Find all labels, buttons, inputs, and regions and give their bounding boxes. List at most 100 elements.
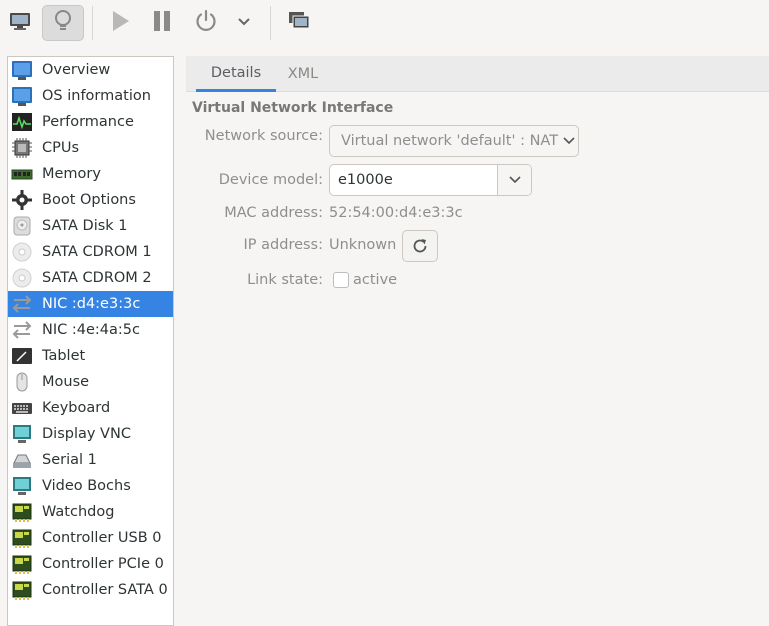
sidebar-item[interactable]: Serial 1 bbox=[8, 447, 173, 473]
cpu-icon bbox=[10, 136, 34, 160]
network-icon bbox=[10, 292, 34, 316]
sidebar-item[interactable]: SATA CDROM 2 bbox=[8, 265, 173, 291]
sidebar-item-label: Keyboard bbox=[42, 400, 111, 416]
ip-address-value: Unknown bbox=[329, 237, 397, 253]
card-icon bbox=[10, 500, 34, 524]
sidebar-item-label: NIC :d4:e3:3c bbox=[42, 296, 141, 312]
sidebar-item-label: Performance bbox=[42, 114, 134, 130]
mac-address-value: 52:54:00:d4:e3:3c bbox=[329, 205, 463, 221]
sidebar-item-label: Video Bochs bbox=[42, 478, 131, 494]
serial-icon bbox=[10, 448, 34, 472]
sidebar-item-label: CPUs bbox=[42, 140, 80, 156]
sidebar-item[interactable]: Controller PCIe 0 bbox=[8, 551, 173, 577]
tablet-icon bbox=[10, 344, 34, 368]
card-icon bbox=[10, 552, 34, 576]
link-state-value: active bbox=[353, 272, 398, 288]
network-source-value: Virtual network 'default' : NAT bbox=[341, 133, 559, 149]
pause-icon bbox=[152, 10, 172, 36]
network-icon bbox=[10, 318, 34, 342]
device-model-combo[interactable]: e1000e bbox=[329, 164, 532, 196]
os-info-icon bbox=[10, 84, 34, 108]
sidebar-item[interactable]: Controller USB 0 bbox=[8, 525, 173, 551]
gear-icon bbox=[10, 188, 34, 212]
sidebar-item[interactable]: Controller SATA 0 bbox=[8, 577, 173, 603]
sidebar-item[interactable]: CPUs bbox=[8, 135, 173, 161]
refresh-ip-button[interactable] bbox=[402, 230, 438, 262]
sidebar-item[interactable]: Memory bbox=[8, 161, 173, 187]
chevron-down-icon bbox=[508, 176, 521, 184]
sidebar-item[interactable]: NIC :4e:4a:5c bbox=[8, 317, 173, 343]
run-button[interactable] bbox=[104, 5, 136, 41]
tab-bar: Details XML bbox=[186, 56, 769, 92]
sidebar-item[interactable]: NIC :d4:e3:3c bbox=[8, 291, 173, 317]
sidebar-item[interactable]: Display VNC bbox=[8, 421, 173, 447]
sidebar-item[interactable]: Tablet bbox=[8, 343, 173, 369]
play-icon bbox=[110, 10, 130, 36]
sidebar-item-label: Tablet bbox=[42, 348, 86, 364]
device-model-input[interactable]: e1000e bbox=[330, 172, 497, 188]
sidebar-item[interactable]: OS information bbox=[8, 83, 173, 109]
sidebar-item-label: Controller USB 0 bbox=[42, 530, 162, 546]
sidebar-item[interactable]: Keyboard bbox=[8, 395, 173, 421]
pause-button[interactable] bbox=[146, 5, 178, 41]
overview-icon bbox=[10, 58, 34, 82]
mac-address-label: MAC address: bbox=[224, 205, 323, 221]
card-icon bbox=[10, 578, 34, 602]
sidebar-item[interactable]: Video Bochs bbox=[8, 473, 173, 499]
device-model-dropdown[interactable] bbox=[497, 165, 531, 195]
lightbulb-icon bbox=[52, 9, 74, 37]
network-source-combo[interactable]: Virtual network 'default' : NAT bbox=[329, 125, 579, 157]
sidebar-item-label: Controller PCIe 0 bbox=[42, 556, 164, 572]
tab-xml[interactable]: XML bbox=[280, 56, 326, 92]
shutdown-menu-button[interactable] bbox=[232, 5, 256, 41]
details-button[interactable] bbox=[42, 5, 84, 41]
video-icon bbox=[10, 474, 34, 498]
sidebar-item-label: SATA CDROM 1 bbox=[42, 244, 152, 260]
sidebar-item-label: NIC :4e:4a:5c bbox=[42, 322, 140, 338]
sidebar-item-label: Memory bbox=[42, 166, 101, 182]
toolbar-separator bbox=[270, 6, 271, 40]
card-icon bbox=[10, 526, 34, 550]
memory-icon bbox=[10, 162, 34, 186]
sidebar-item[interactable]: Performance bbox=[8, 109, 173, 135]
toolbar-separator bbox=[92, 6, 93, 40]
sidebar-item-label: Controller SATA 0 bbox=[42, 582, 168, 598]
details-panel: Details XML Virtual Network Interface Ne… bbox=[186, 56, 769, 618]
device-model-label: Device model: bbox=[218, 172, 323, 188]
sidebar-item-label: SATA CDROM 2 bbox=[42, 270, 152, 286]
sidebar-item[interactable]: SATA Disk 1 bbox=[8, 213, 173, 239]
tab-details[interactable]: Details bbox=[196, 56, 276, 92]
sidebar-item-label: Boot Options bbox=[42, 192, 136, 208]
shutdown-button[interactable] bbox=[189, 5, 223, 41]
sidebar-item-label: SATA Disk 1 bbox=[42, 218, 128, 234]
power-icon bbox=[194, 9, 218, 37]
chevron-down-icon bbox=[237, 15, 251, 31]
link-state-checkbox[interactable] bbox=[333, 272, 349, 288]
mouse-icon bbox=[10, 370, 34, 394]
performance-icon bbox=[10, 110, 34, 134]
sidebar-item-label: Serial 1 bbox=[42, 452, 97, 468]
hardware-list: Overview OS information Performance CPUs Mem… bbox=[7, 56, 174, 626]
link-state-label: Link state: bbox=[247, 272, 323, 288]
sidebar-item[interactable]: SATA CDROM 1 bbox=[8, 239, 173, 265]
display-icon bbox=[10, 422, 34, 446]
cdrom-icon bbox=[10, 266, 34, 290]
sidebar-item[interactable]: Boot Options bbox=[8, 187, 173, 213]
sidebar-item[interactable]: Watchdog bbox=[8, 499, 173, 525]
sidebar-item-label: Watchdog bbox=[42, 504, 115, 520]
sidebar-item-label: Display VNC bbox=[42, 426, 131, 442]
section-title: Virtual Network Interface bbox=[192, 100, 394, 116]
sidebar-item[interactable]: Overview bbox=[8, 57, 173, 83]
network-source-label: Network source: bbox=[204, 128, 323, 144]
sidebar-item-label: Mouse bbox=[42, 374, 90, 390]
ip-address-label: IP address: bbox=[243, 237, 323, 253]
console-button[interactable] bbox=[4, 5, 36, 41]
cdrom-icon bbox=[10, 240, 34, 264]
snapshots-button[interactable] bbox=[283, 5, 315, 41]
monitor-icon bbox=[9, 11, 31, 35]
chevron-down-icon bbox=[563, 137, 575, 145]
toolbar bbox=[0, 0, 769, 48]
sidebar-item-label: OS information bbox=[42, 88, 151, 104]
sidebar-item-label: Overview bbox=[42, 62, 111, 78]
sidebar-item[interactable]: Mouse bbox=[8, 369, 173, 395]
